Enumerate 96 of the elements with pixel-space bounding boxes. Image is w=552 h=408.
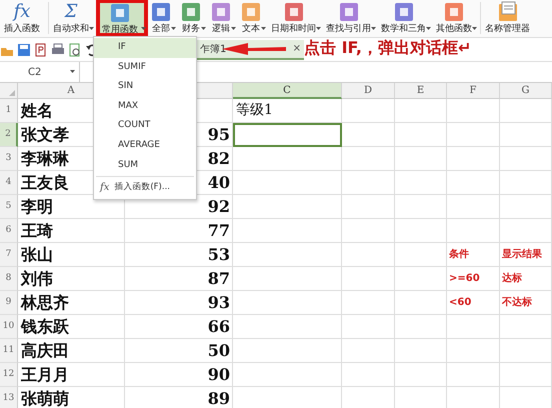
table-cell-text: 87: [208, 268, 230, 290]
column-header[interactable]: D: [342, 83, 395, 99]
save-icon[interactable]: [17, 42, 31, 56]
table-cell-text: 李琳琳: [21, 148, 69, 170]
ribbon-button[interactable]: 数学和三角: [379, 0, 432, 36]
table-cell-text: 林思齐: [21, 292, 69, 314]
ribbon-button[interactable]: 查找与引用: [324, 0, 377, 36]
row-header[interactable]: 4: [0, 171, 18, 195]
row-header[interactable]: 10: [0, 315, 18, 339]
caret-icon: [231, 27, 236, 31]
table-cell-text: 不达标: [502, 296, 532, 310]
caret-icon: [70, 70, 75, 74]
table-cell-text: 等级1: [236, 101, 273, 120]
row-header[interactable]: 6: [0, 219, 18, 243]
ribbon-button[interactable]: 日期和时间: [269, 0, 322, 36]
caret-icon: [426, 27, 431, 31]
table-cell-text: 82: [208, 148, 230, 170]
table-cell-text: 50: [208, 340, 230, 362]
column-header[interactable]: C: [233, 83, 342, 99]
table-cell-text: 王月月: [21, 364, 69, 386]
table-cell-text: 77: [208, 220, 230, 242]
menu-item[interactable]: IF: [94, 38, 196, 58]
row-header[interactable]: 8: [0, 267, 18, 291]
caret-icon: [316, 27, 321, 31]
ribbon-button[interactable]: 其他函数: [434, 0, 478, 36]
caret-icon: [261, 27, 266, 31]
ribbon-button[interactable]: 常用函数: [97, 0, 147, 36]
arrow: [222, 41, 286, 57]
row-header[interactable]: 2: [0, 123, 18, 147]
table-cell-text: 90: [208, 364, 230, 386]
document-icon[interactable]: [34, 42, 48, 56]
active-cell[interactable]: [233, 123, 342, 147]
menu-item-insert-function[interactable]: fx 插入函数(F)...: [94, 178, 196, 198]
printer-icon[interactable]: [51, 42, 65, 56]
ribbon-button[interactable]: 全部: [149, 0, 177, 36]
row-header[interactable]: 13: [0, 387, 18, 408]
column-header[interactable]: E: [395, 83, 447, 99]
table-cell-text: 张文孝: [21, 124, 69, 146]
table-cell-text: >=60: [449, 272, 480, 286]
row-header[interactable]: 7: [0, 243, 18, 267]
row-header[interactable]: 1: [0, 99, 18, 123]
name-box-value: C2: [28, 66, 42, 78]
menu-item[interactable]: SUM: [94, 156, 196, 176]
table-cell-text: 刘伟: [21, 268, 53, 290]
close-button[interactable]: ×: [292, 43, 301, 54]
table-cell-text: 53: [208, 244, 230, 266]
sheet-tab-label: 乍簿1: [200, 42, 226, 56]
row-header[interactable]: 11: [0, 339, 18, 363]
caret-icon: [89, 27, 94, 31]
ribbon-button[interactable]: Σ 自动求和: [51, 0, 95, 36]
function-glyph-icon: fx: [100, 178, 110, 198]
ribbon-button[interactable]: 名称管理器: [483, 0, 536, 36]
table-cell-text: 93: [208, 292, 230, 314]
select-all-icon: [9, 90, 15, 96]
caret-icon: [371, 27, 376, 31]
table-cell-text: 40: [208, 172, 230, 194]
function-glyph-icon: fx: [14, 1, 30, 23]
table-cell-text: <60: [449, 296, 472, 310]
table-cell-text: 王友良: [21, 172, 69, 194]
row-header[interactable]: 5: [0, 195, 18, 219]
column-header[interactable]: G: [500, 83, 552, 99]
menu-item[interactable]: AVERAGE: [94, 136, 196, 156]
table-cell-text: 显示结果: [502, 248, 542, 262]
caret-icon: [141, 27, 146, 31]
table-cell-text: 高庆田: [21, 340, 69, 362]
caret-icon: [472, 27, 477, 31]
table-cell-text: 66: [208, 316, 230, 338]
ribbon-button[interactable]: fx 插入函数: [2, 0, 46, 36]
annotation-text: 点击 IF,，弹出对话框↵: [304, 38, 472, 59]
menu-item-label: 插入函数(F)...: [114, 181, 170, 194]
menu-item[interactable]: SUMIF: [94, 58, 196, 78]
name-box[interactable]: C2: [0, 62, 80, 82]
ribbon-button[interactable]: 文本: [239, 0, 267, 36]
table-cell-text: 李明: [21, 196, 53, 218]
column-header[interactable]: F: [447, 83, 500, 99]
table-cell-text: 92: [208, 196, 230, 218]
caret-icon: [201, 27, 206, 31]
row-header[interactable]: 12: [0, 363, 18, 387]
function-glyph-icon: Σ: [64, 1, 78, 23]
caret-icon: [171, 27, 176, 31]
table-cell-text: 姓名: [21, 100, 53, 122]
table-cell-text: 达标: [502, 272, 522, 286]
table-cell-text: 张萌萌: [21, 388, 69, 408]
table-cell-text: 95: [208, 124, 230, 146]
row-header[interactable]: 9: [0, 291, 18, 315]
table-cell-text: 钱东跃: [21, 316, 69, 338]
menu-item[interactable]: COUNT: [94, 116, 196, 136]
table-cell-text: 张山: [21, 244, 53, 266]
ribbon-button[interactable]: 财务: [179, 0, 207, 36]
table-cell-text: 王琦: [21, 220, 53, 242]
menu-item[interactable]: MAX: [94, 96, 196, 116]
row-header[interactable]: 3: [0, 147, 18, 171]
table-cell-text: 89: [208, 388, 230, 408]
table-cell-text: 条件: [449, 248, 469, 262]
preview-icon[interactable]: [68, 42, 82, 56]
ribbon-button[interactable]: 逻辑: [209, 0, 237, 36]
